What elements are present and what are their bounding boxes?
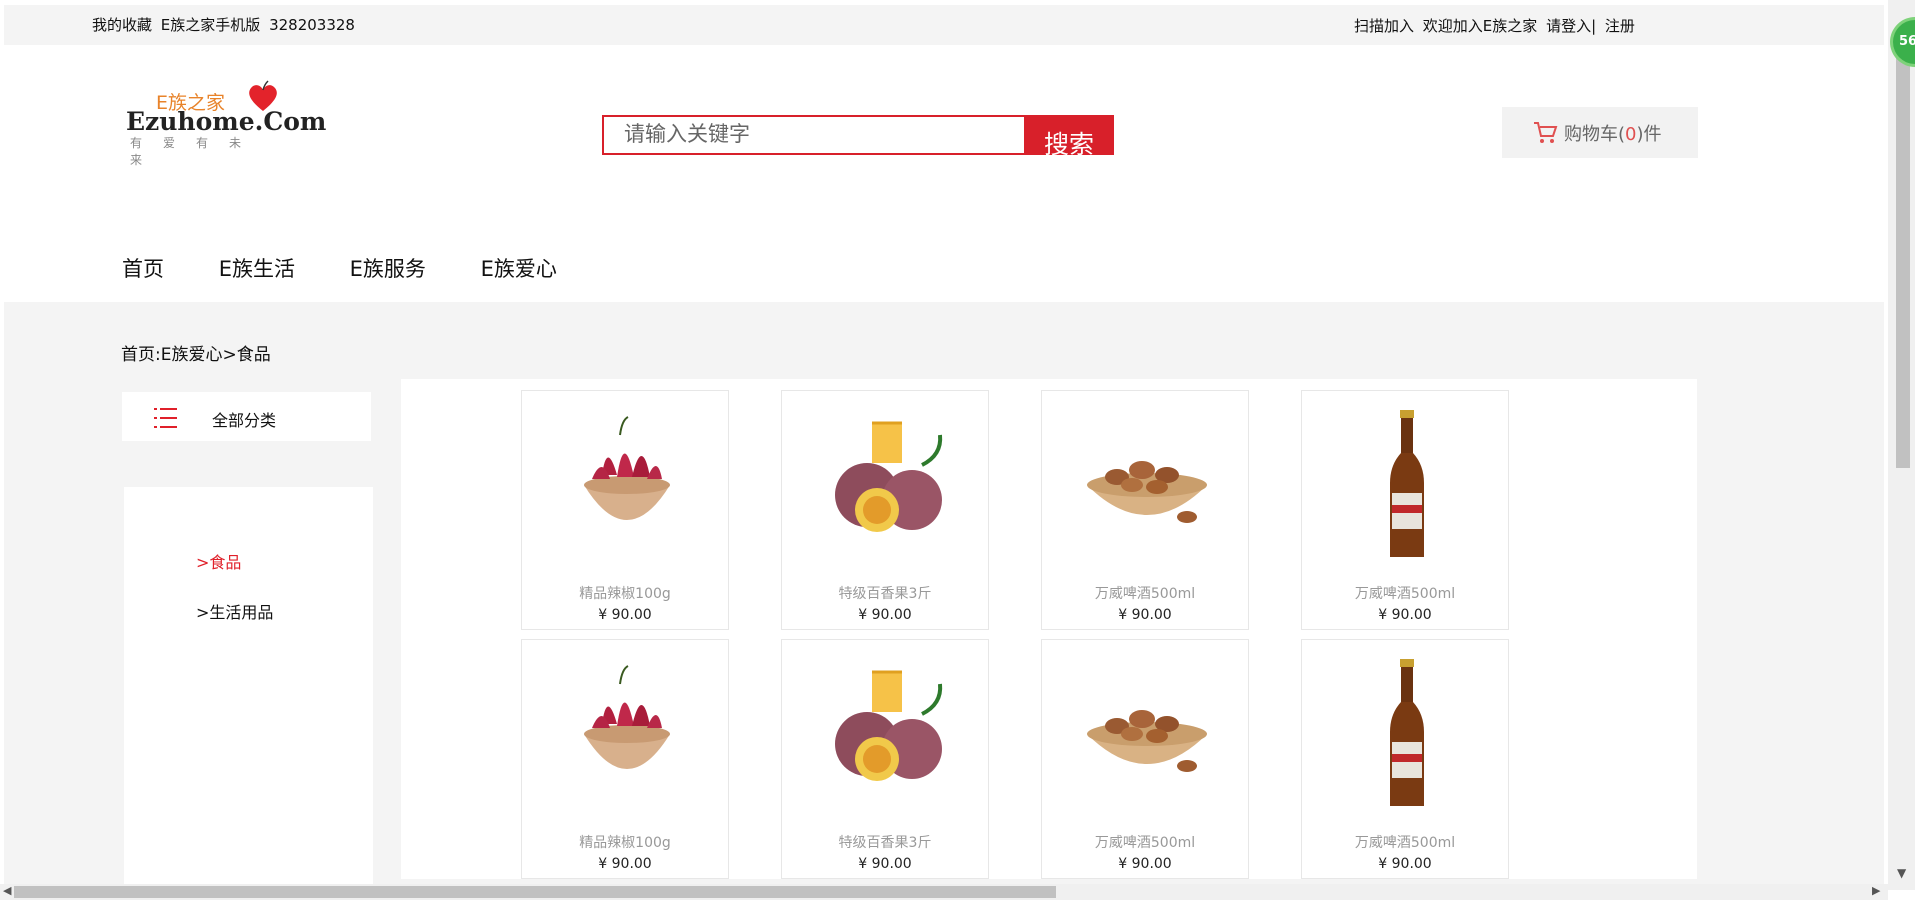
register-link[interactable]: 注册 [1605, 17, 1635, 35]
vertical-scrollbar[interactable]: ▼ [1888, 0, 1915, 890]
product-name: 万威啤酒500ml [1354, 835, 1456, 851]
product-card[interactable]: 万威啤酒500ml ¥ 90.00 [1041, 639, 1249, 879]
nav-charity[interactable]: E族爱心 [481, 257, 557, 281]
site-logo[interactable]: E族之家 Ezuhome.Com 有爱有未来 [126, 80, 326, 167]
product-price: ¥ 90.00 [858, 856, 912, 872]
scroll-right-arrow-icon[interactable]: ▶ [1872, 884, 1880, 897]
cart-label-suffix: )件 [1636, 124, 1662, 145]
favorites-link[interactable]: 我的收藏 [92, 16, 152, 34]
scan-join-link[interactable]: 扫描加入 [1354, 17, 1414, 35]
cart-count: 0 [1625, 124, 1637, 145]
product-card[interactable]: 精品辣椒100g ¥ 90.00 [521, 639, 729, 879]
login-link[interactable]: 请登入| [1546, 17, 1596, 35]
cart-button[interactable]: 购物车(0)件 [1502, 107, 1698, 158]
list-icon [154, 408, 177, 428]
product-price: ¥ 90.00 [1118, 607, 1172, 623]
product-card[interactable]: 万威啤酒500ml ¥ 90.00 [1301, 390, 1509, 630]
vertical-scrollbar-thumb[interactable] [1896, 54, 1910, 468]
category-daily-goods[interactable]: >生活用品 [196, 599, 273, 623]
nav-service[interactable]: E族服务 [350, 257, 426, 281]
cart-label: 购物车(0)件 [1564, 120, 1662, 146]
passion-fruit-image [835, 421, 943, 532]
product-card[interactable]: 万威啤酒500ml ¥ 90.00 [1301, 639, 1509, 879]
all-categories-button[interactable]: 全部分类 [122, 392, 371, 441]
scroll-left-arrow-icon[interactable]: ◀ [3, 884, 11, 897]
search-input[interactable] [602, 115, 1040, 155]
horizontal-scrollbar-thumb[interactable] [14, 886, 1056, 898]
logo-english-text: Ezuhome.Com [126, 107, 327, 136]
product-card[interactable]: 万威啤酒500ml ¥ 90.00 [1041, 390, 1249, 630]
product-price: ¥ 90.00 [1378, 607, 1432, 623]
shopping-cart-icon [1534, 122, 1558, 143]
beer-bottle-image [1390, 659, 1424, 806]
product-price: ¥ 90.00 [858, 607, 912, 623]
scroll-down-arrow-icon[interactable]: ▼ [1897, 866, 1906, 880]
search-button[interactable]: 搜索 [1024, 115, 1114, 159]
nav-home[interactable]: 首页 [122, 257, 164, 281]
product-grid: 精品辣椒100g ¥ 90.00 特级百香果3斤 ¥ 90.00 万威啤酒500… [401, 379, 1697, 879]
welcome-text: 欢迎加入E族之家 [1422, 17, 1538, 35]
product-card[interactable]: 精品辣椒100g ¥ 90.00 [521, 390, 729, 630]
category-food[interactable]: >食品 [196, 549, 241, 573]
chili-bowl-image [584, 416, 670, 520]
chili-bowl-image [584, 665, 670, 769]
search-bar: 搜索 [602, 115, 1114, 159]
top-bar: 我的收藏 E族之家手机版 328203328 扫描加入 欢迎加入E族之家 请登入… [4, 5, 1884, 45]
main-nav: 首页 E族生活 E族服务 E族爱心 [122, 253, 605, 283]
product-name: 万威啤酒500ml [1094, 586, 1196, 602]
horizontal-scrollbar[interactable]: ◀ ▶ [0, 884, 1888, 900]
almond-bowl-image [1087, 461, 1207, 523]
product-card[interactable]: 特级百香果3斤 ¥ 90.00 [781, 390, 989, 630]
product-name: 精品辣椒100g [579, 586, 671, 602]
product-price: ¥ 90.00 [1378, 856, 1432, 872]
product-price: ¥ 90.00 [1118, 856, 1172, 872]
product-card[interactable]: 特级百香果3斤 ¥ 90.00 [781, 639, 989, 879]
nav-life[interactable]: E族生活 [219, 257, 295, 281]
product-name: 精品辣椒100g [579, 835, 671, 851]
all-categories-label: 全部分类 [212, 411, 277, 430]
qq-number: 328203328 [269, 16, 355, 34]
product-name: 特级百香果3斤 [838, 586, 932, 602]
beer-bottle-image [1390, 410, 1424, 557]
almond-bowl-image [1087, 710, 1207, 772]
top-bar-right: 扫描加入 欢迎加入E族之家 请登入| 注册 [1354, 15, 1639, 36]
category-panel: >食品 >生活用品 [124, 487, 373, 900]
cart-label-prefix: 购物车( [1564, 124, 1626, 145]
logo-slogan: 有爱有未来 [130, 136, 263, 167]
product-price: ¥ 90.00 [598, 607, 652, 623]
product-name: 万威啤酒500ml [1354, 586, 1456, 602]
product-name: 特级百香果3斤 [838, 835, 932, 851]
breadcrumb: 首页:E族爱心>食品 [121, 345, 271, 365]
product-name: 万威啤酒500ml [1094, 835, 1196, 851]
product-price: ¥ 90.00 [598, 856, 652, 872]
mobile-version-link[interactable]: E族之家手机版 [161, 16, 260, 34]
top-bar-left: 我的收藏 E族之家手机版 328203328 [92, 14, 359, 35]
passion-fruit-image [835, 670, 943, 781]
